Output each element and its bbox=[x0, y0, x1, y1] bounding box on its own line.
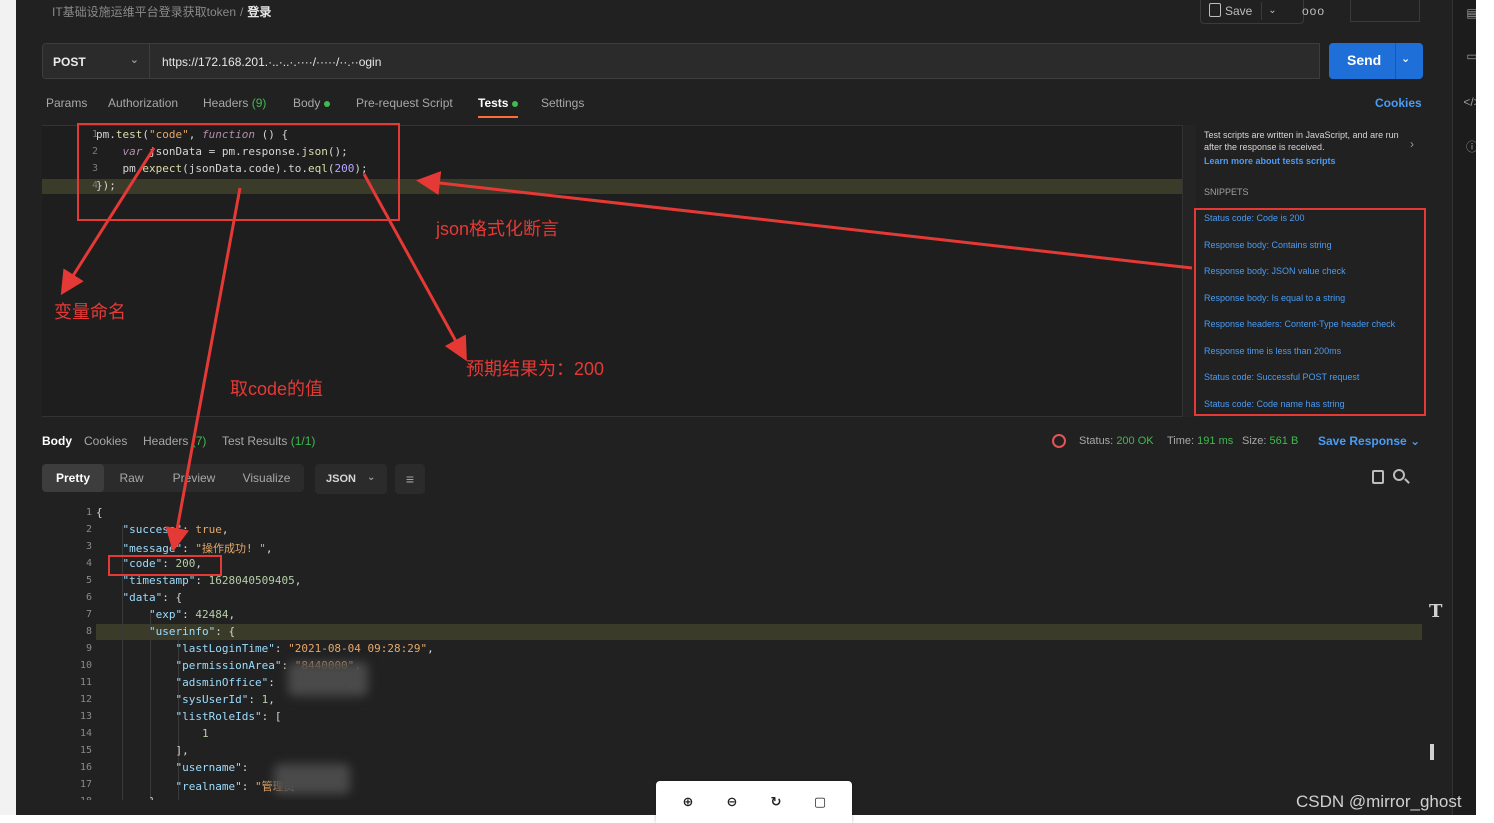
arrow-get-code bbox=[165, 187, 242, 552]
postman-window: IT基础设施运维平台登录获取token / 登录 Save ⌄ ooo POST ⌄… bbox=[16, 0, 1476, 815]
annotation-json-assert: json格式化断言 bbox=[436, 219, 560, 239]
zoom-in-icon[interactable]: ⊕ bbox=[678, 792, 698, 812]
actual-size-icon[interactable]: ▢ bbox=[810, 792, 830, 812]
arrow-expected bbox=[362, 173, 467, 362]
rotate-icon[interactable]: ↻ bbox=[766, 792, 786, 812]
arrow-var-naming bbox=[60, 147, 156, 296]
window-left-strip bbox=[0, 0, 16, 823]
annotation-arrows bbox=[60, 147, 1193, 552]
annotation-get-code: 取code的值 bbox=[230, 379, 324, 399]
watermark: CSDN @mirror_ghost bbox=[1296, 792, 1462, 811]
annotation-expected: 预期结果为：200 bbox=[466, 359, 605, 379]
annotation-var-naming: 变量命名 bbox=[54, 302, 126, 322]
zoom-out-icon[interactable]: ⊖ bbox=[722, 792, 742, 812]
image-viewer-toolbar: ⊕ ⊖ ↻ ▢ bbox=[656, 781, 852, 823]
